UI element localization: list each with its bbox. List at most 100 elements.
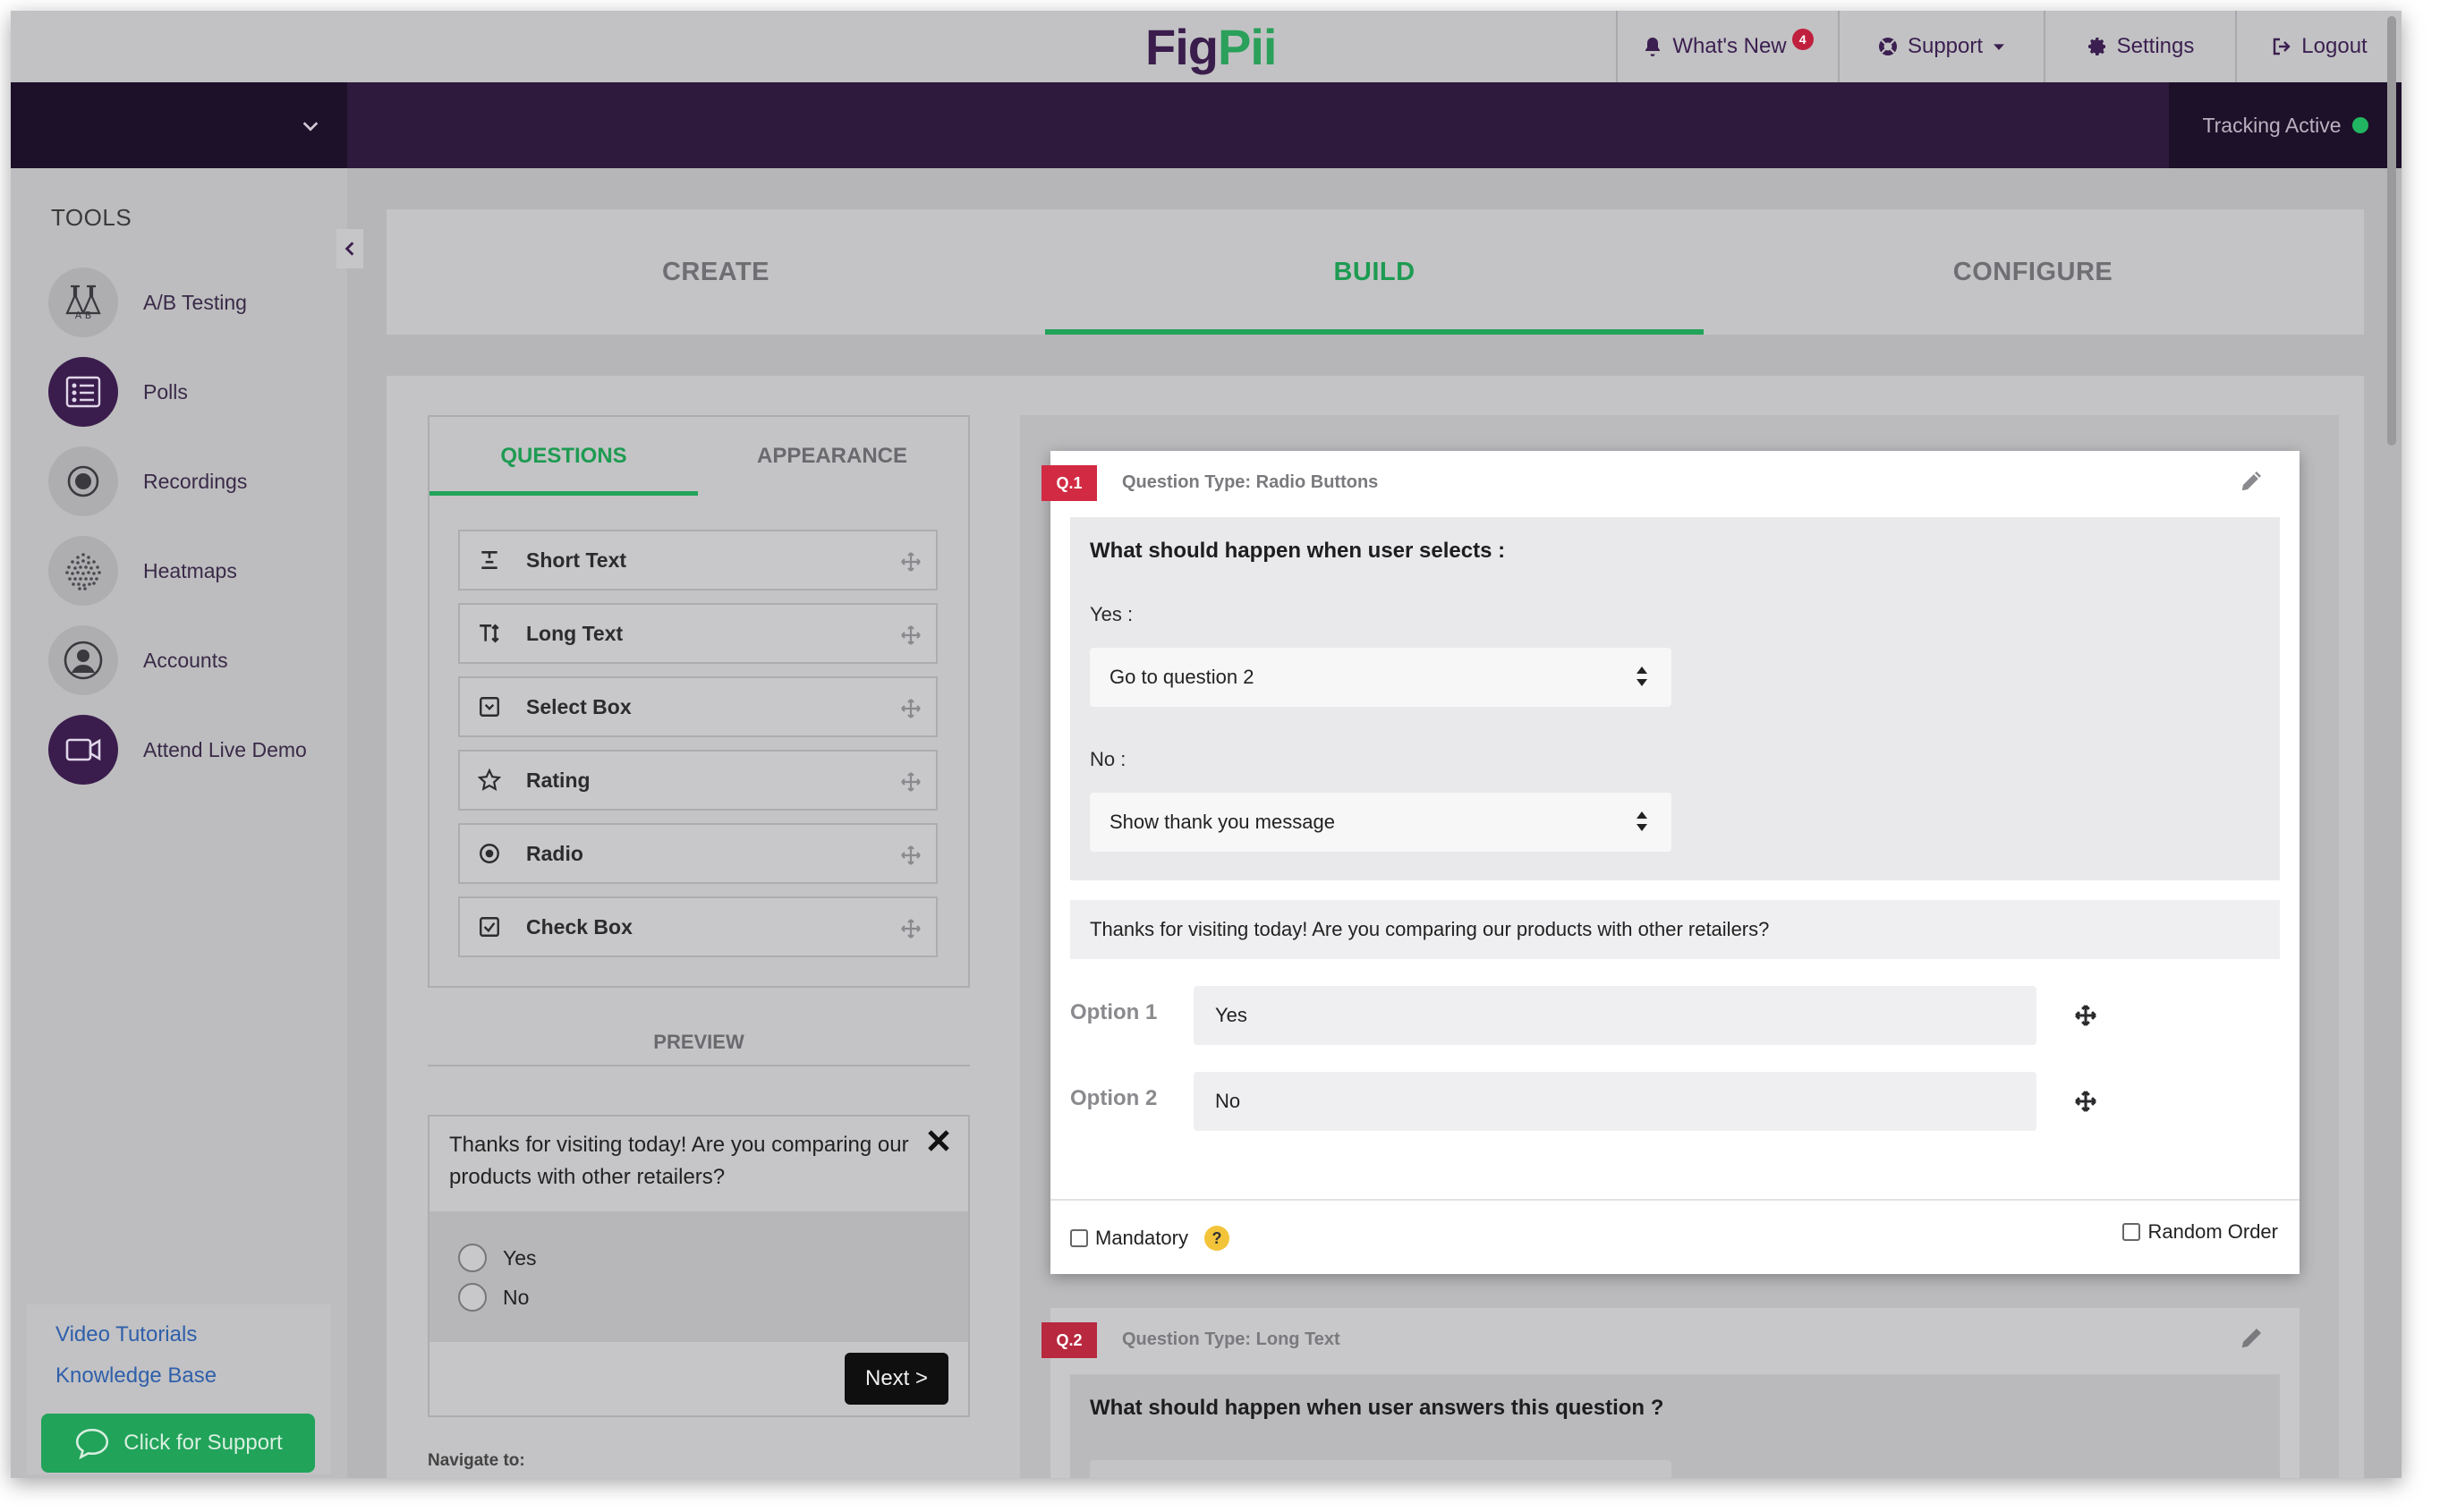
tracking-status-dot [2351,117,2368,133]
question-type-select-box[interactable]: Select Box [458,676,938,737]
sidebar-item-label: Attend Live Demo [143,737,307,761]
tracking-label: Tracking Active [2202,113,2342,137]
radio-dot-icon [480,844,499,863]
checkbox[interactable] [2122,1223,2141,1241]
settings-link[interactable]: Settings [2044,11,2235,82]
click-for-support-button[interactable]: Click for Support [41,1414,315,1473]
drag-handle-icon[interactable] [900,771,922,793]
yes-action-select[interactable]: Go to question 2 [1090,648,1671,707]
move-icon[interactable] [2074,1090,2097,1113]
question-type-label: Question Type: Radio Buttons [1122,472,1379,492]
sidebar-item-ab-testing[interactable]: A B A/B Testing [48,267,247,338]
sidebar-item-recordings[interactable]: Recordings [48,446,247,517]
chat-bubble-icon [76,1429,109,1460]
logout-label: Logout [2301,34,2368,58]
radio-button[interactable] [458,1244,487,1272]
question-type-radio[interactable]: Radio [458,823,938,884]
figpii-logo[interactable]: FigPii [1145,18,1277,76]
tab-questions[interactable]: QUESTIONS [429,417,698,496]
question-type-long-text[interactable]: Long Text [458,603,938,664]
chevron-down-icon [302,122,319,132]
checkbox[interactable] [1070,1229,1088,1247]
sidebar-item-label: Heatmaps [143,558,237,582]
question-editor-area: Q.1 Question Type: Radio Buttons What sh… [1020,415,2339,1478]
whats-new-link[interactable]: What's New 4 [1616,11,1838,82]
help-question-icon[interactable]: ? [1203,1226,1229,1251]
drag-handle-icon[interactable] [900,624,922,646]
sort-arrows-icon [1637,667,1647,686]
project-select[interactable] [11,82,347,168]
long-text-icon [480,624,499,643]
sidebar-item-label: Recordings [143,469,248,493]
question-number-badge: Q.1 [1041,465,1097,501]
question-type-rating[interactable]: Rating [458,750,938,811]
bell-icon [1645,38,1661,56]
mandatory-checkbox[interactable]: Mandatory ? [1070,1226,1229,1251]
drag-handle-icon[interactable] [900,551,922,573]
branching-logic-box: What should happen when user answers thi… [1070,1374,2280,1478]
option-2-input[interactable]: No [1194,1072,2036,1131]
heatmap-dots-icon [65,553,101,590]
sidebar: TOOLS A B A/B Testing Polls Recordings H… [11,168,347,1478]
pencil-icon[interactable] [2239,1324,2266,1351]
logic-title: What should happen when user answers thi… [1090,1396,1664,1420]
pencil-icon[interactable] [2239,467,2266,494]
logout-icon [2274,38,2291,55]
answer-action-select[interactable] [1090,1460,1671,1478]
drag-handle-icon[interactable] [900,918,922,939]
drag-handle-icon[interactable] [900,698,922,719]
gear-icon [2087,38,2105,55]
video-camera-icon [65,738,101,761]
poll-list-icon [65,376,101,408]
whats-new-label: What's New [1672,34,1787,58]
life-ring-icon [1878,38,1897,55]
tab-appearance[interactable]: APPEARANCE [698,417,966,496]
tracking-status: Tracking Active [2169,82,2402,168]
video-tutorials-link[interactable]: Video Tutorials [55,1322,197,1347]
option-1-input[interactable]: Yes [1194,986,2036,1045]
chevron-left-icon [344,242,354,256]
close-icon[interactable] [925,1127,952,1154]
question-card-footer: Mandatory ? Random Order [1050,1199,2300,1274]
random-order-checkbox[interactable]: Random Order [2122,1220,2278,1244]
no-logic-label: No : [1090,748,1126,770]
sidebar-item-accounts[interactable]: Accounts [48,624,228,696]
support-button-label: Click for Support [123,1431,283,1455]
sidebar-collapse-button[interactable] [336,229,363,268]
preview-heading: PREVIEW [428,1020,970,1066]
select-box-icon [480,697,499,717]
logout-link[interactable]: Logout [2235,11,2402,82]
knowledge-base-link[interactable]: Knowledge Base [55,1363,217,1389]
support-menu[interactable]: Support [1838,11,2044,82]
question-number-badge: Q.2 [1041,1322,1097,1358]
branching-logic-box: What should happen when user selects : Y… [1070,517,2280,880]
preview-option-yes[interactable]: Yes [458,1242,537,1274]
tab-configure[interactable]: CONFIGURE [1704,209,2362,335]
tab-build[interactable]: BUILD [1045,209,1704,335]
tab-create[interactable]: CREATE [387,209,1045,335]
tools-heading: TOOLS [51,204,132,231]
option-2-label: Option 2 [1070,1086,1158,1110]
sidebar-item-attend-live-demo[interactable]: Attend Live Demo [48,714,307,786]
sidebar-item-heatmaps[interactable]: Heatmaps [48,535,237,607]
sidebar-item-label: A/B Testing [143,290,247,314]
svg-text:A B: A B [75,310,92,321]
question-type-check-box[interactable]: Check Box [458,896,938,957]
preview-option-no[interactable]: No [458,1281,529,1313]
radio-button[interactable] [458,1283,487,1312]
question-type-short-text[interactable]: Short Text [458,530,938,590]
no-action-select[interactable]: Show thank you message [1090,793,1671,852]
page-scrollbar[interactable] [2387,16,2396,446]
checkbox-icon [480,917,499,937]
question-type-label: Question Type: Long Text [1122,1329,1340,1349]
drag-handle-icon[interactable] [900,845,922,866]
sidebar-item-polls[interactable]: Polls [48,356,188,428]
preview-next-button[interactable]: Next > [845,1353,948,1405]
help-links-box: Video Tutorials Knowledge Base Click for… [27,1304,331,1474]
move-icon[interactable] [2074,1004,2097,1027]
short-text-icon [481,551,497,569]
star-icon [478,769,501,791]
preview-question-text: Thanks for visiting today! Are you compa… [449,1133,909,1189]
sidebar-item-label: Polls [143,379,188,403]
question-text-input[interactable]: Thanks for visiting today! Are you compa… [1070,900,2280,959]
